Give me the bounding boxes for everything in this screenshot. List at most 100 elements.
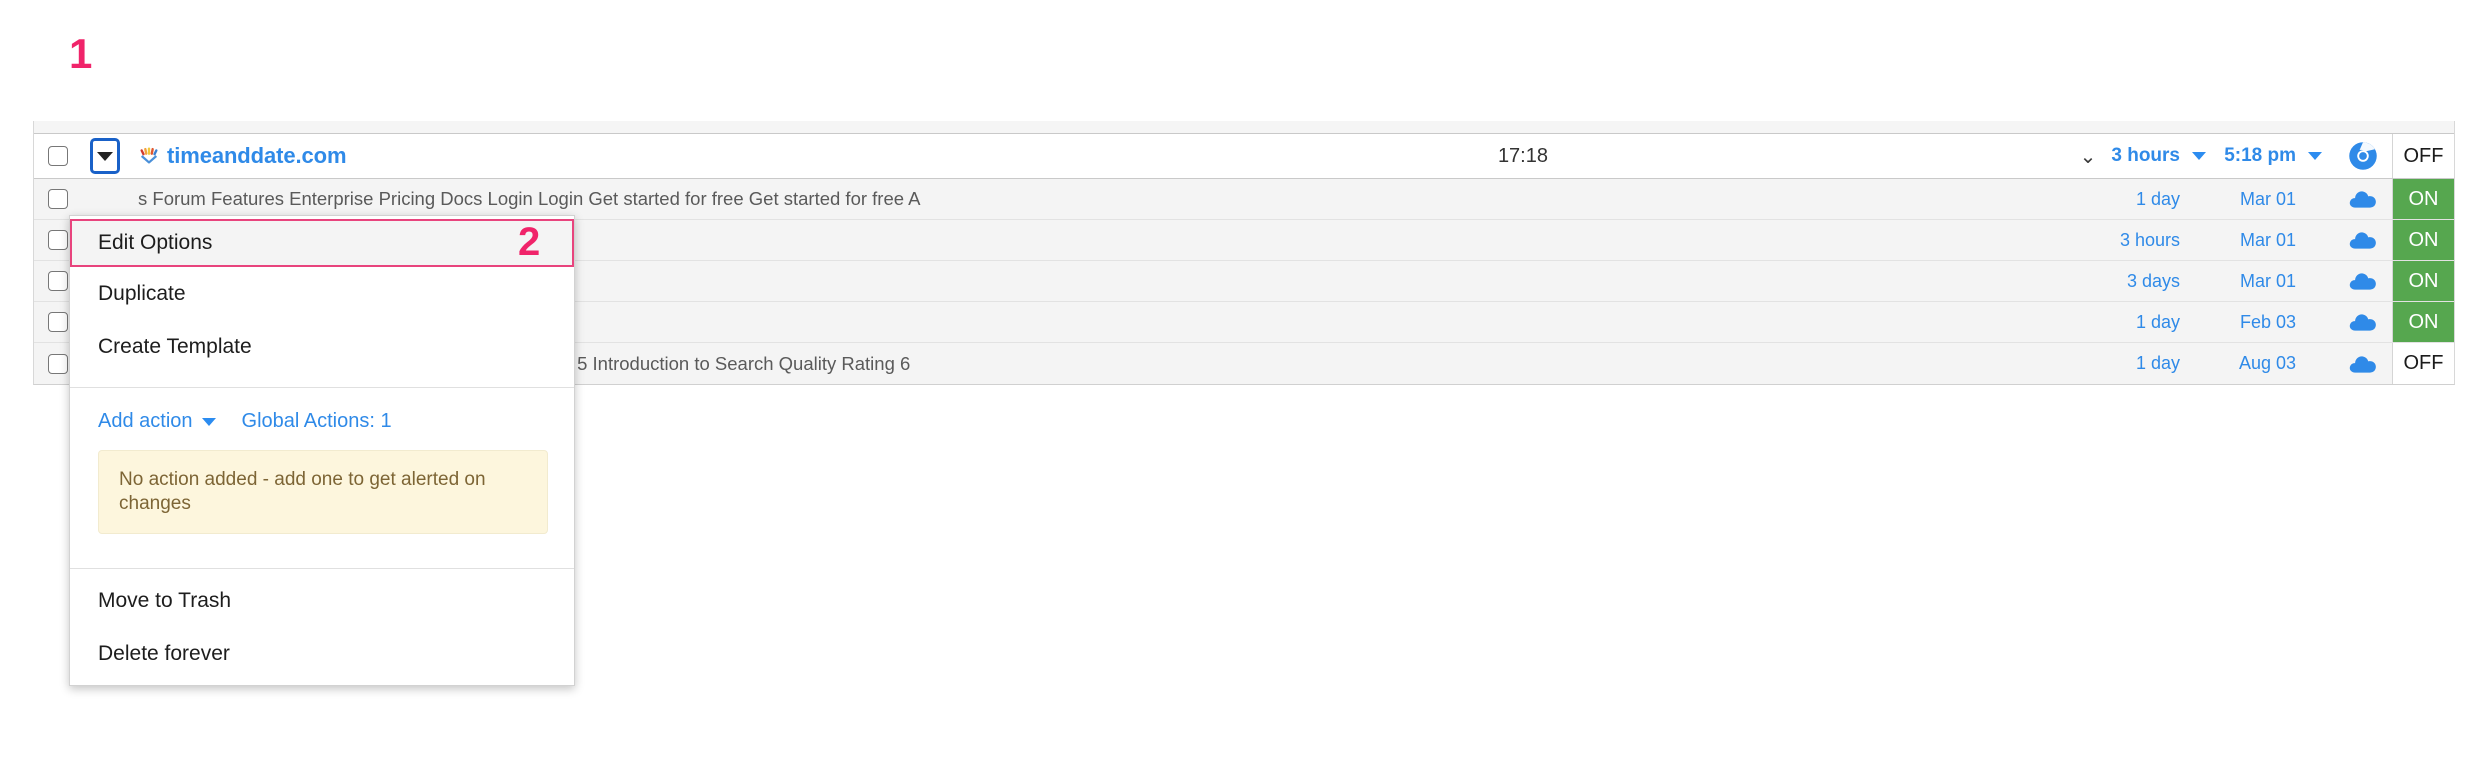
annotation-step-1: 1 bbox=[69, 30, 93, 77]
row-frequency-dropdown bbox=[2180, 261, 2218, 301]
table-row[interactable]: s Forum Features Enterprise Pricing Docs… bbox=[34, 179, 2454, 220]
screenshot-root: 1 2 timeanddate.com 17:18 ⌄ 3 hours 5:18… bbox=[0, 0, 2486, 778]
row-collapse-cell bbox=[2068, 220, 2108, 260]
chevron-down-icon bbox=[97, 151, 113, 161]
row-frequency-value[interactable]: 3 hours bbox=[2120, 230, 2180, 251]
row-frequency-dropdown bbox=[2180, 179, 2218, 219]
menu-item-move-to-trash[interactable]: Move to Trash bbox=[70, 574, 574, 628]
row-status-cell[interactable]: OFF bbox=[2392, 134, 2454, 178]
row-lastcheck-value[interactable]: Mar 01 bbox=[2240, 271, 2296, 292]
row-select-cell[interactable] bbox=[34, 134, 81, 178]
row-frequency-dropdown bbox=[2180, 220, 2218, 260]
menu-item-duplicate[interactable]: Duplicate bbox=[70, 267, 574, 320]
global-actions-link[interactable]: Global Actions: 1 bbox=[242, 410, 392, 433]
row-checkbox[interactable] bbox=[47, 353, 68, 374]
row-collapse-cell[interactable]: ⌄ bbox=[2068, 134, 2108, 178]
row-status-cell[interactable]: ON bbox=[2392, 179, 2454, 219]
menu-destructive-group: Move to Trash Delete forever bbox=[70, 569, 574, 681]
row-expand-cell[interactable] bbox=[81, 134, 129, 178]
row-lastcheck-value[interactable]: 5:18 pm bbox=[2224, 145, 2296, 167]
row-lastcheck-cell: Feb 03 bbox=[2218, 302, 2296, 342]
row-snippet: s Forum Features Enterprise Pricing Docs… bbox=[138, 188, 921, 209]
row-browser-cell[interactable] bbox=[2334, 134, 2392, 178]
row-select-cell[interactable] bbox=[34, 179, 81, 219]
status-badge[interactable]: ON bbox=[2392, 302, 2454, 342]
chevron-double-down-icon[interactable]: ⌄ bbox=[2080, 146, 2097, 166]
chrome-icon bbox=[2349, 142, 2377, 170]
cloud-icon bbox=[2349, 314, 2376, 331]
row-lastcheck-dropdown bbox=[2296, 302, 2334, 342]
chevron-down-icon bbox=[201, 417, 216, 426]
menu-item-delete-forever[interactable]: Delete forever bbox=[70, 627, 574, 681]
row-browser-cell[interactable] bbox=[2334, 179, 2392, 219]
row-frequency-value[interactable]: 3 days bbox=[2127, 271, 2180, 292]
row-collapse-cell bbox=[2068, 343, 2108, 384]
row-status-cell[interactable]: OFF bbox=[2392, 343, 2454, 384]
row-checkbox[interactable] bbox=[47, 271, 68, 291]
row-site-name[interactable]: timeanddate.com bbox=[167, 143, 347, 169]
row-context-menu: Edit Options Duplicate Create Template A… bbox=[69, 215, 575, 686]
row-checkbox[interactable] bbox=[47, 146, 68, 166]
row-browser-cell[interactable] bbox=[2334, 261, 2392, 301]
cloud-icon bbox=[2349, 355, 2376, 373]
row-checkbox[interactable] bbox=[47, 230, 68, 250]
row-status-cell[interactable]: ON bbox=[2392, 302, 2454, 342]
row-lastcheck-value[interactable]: Mar 01 bbox=[2240, 230, 2296, 251]
row-frequency-dropdown[interactable] bbox=[2180, 134, 2218, 178]
row-status-cell[interactable]: ON bbox=[2392, 261, 2454, 301]
row-lastcheck-cell: Mar 01 bbox=[2218, 220, 2296, 260]
status-badge[interactable]: ON bbox=[2392, 220, 2454, 260]
no-action-note: No action added - add one to get alerted… bbox=[98, 450, 548, 534]
table-row[interactable]: timeanddate.com 17:18 ⌄ 3 hours 5:18 pm bbox=[34, 134, 2454, 179]
menu-item-create-template[interactable]: Create Template bbox=[70, 320, 574, 373]
menu-actions-block: Add action Global Actions: 1 No action a… bbox=[70, 388, 574, 554]
timeanddate-favicon bbox=[140, 147, 158, 164]
row-expand-cell[interactable] bbox=[81, 179, 129, 219]
menu-item-label: Move to Trash bbox=[98, 589, 232, 612]
row-menu-toggle-button[interactable] bbox=[90, 138, 120, 174]
row-frequency-value[interactable]: 3 hours bbox=[2111, 145, 2180, 167]
row-frequency-cell: 3 hours bbox=[2108, 220, 2180, 260]
row-lastcheck-value[interactable]: Aug 03 bbox=[2239, 353, 2296, 374]
menu-item-label: Duplicate bbox=[98, 281, 186, 305]
row-frequency-cell: 1 day bbox=[2108, 179, 2180, 219]
row-lastcheck-cell: Mar 01 bbox=[2218, 179, 2296, 219]
menu-item-label: Edit Options bbox=[98, 231, 213, 254]
row-lastcheck-cell: Aug 03 bbox=[2218, 343, 2296, 384]
status-badge[interactable]: ON bbox=[2392, 179, 2454, 219]
row-collapse-cell bbox=[2068, 302, 2108, 342]
row-title-cell[interactable]: s Forum Features Enterprise Pricing Docs… bbox=[129, 179, 2068, 219]
menu-item-label: Delete forever bbox=[98, 642, 230, 665]
row-status-cell[interactable]: ON bbox=[2392, 220, 2454, 260]
status-badge[interactable]: OFF bbox=[2392, 134, 2454, 178]
row-lastcheck-value[interactable]: Mar 01 bbox=[2240, 189, 2296, 210]
row-collapse-cell bbox=[2068, 261, 2108, 301]
row-browser-cell[interactable] bbox=[2334, 220, 2392, 260]
row-time-value: 17:18 bbox=[1497, 144, 1548, 167]
row-frequency-value[interactable]: 1 day bbox=[2136, 312, 2180, 333]
row-frequency-cell: 1 day bbox=[2108, 343, 2180, 384]
row-lastcheck-dropdown[interactable] bbox=[2296, 134, 2334, 178]
status-badge[interactable]: ON bbox=[2392, 261, 2454, 301]
annotation-step-2: 2 bbox=[518, 220, 541, 264]
status-badge[interactable]: OFF bbox=[2392, 343, 2454, 384]
row-frequency-value[interactable]: 1 day bbox=[2136, 189, 2180, 210]
row-frequency-cell: 1 day bbox=[2108, 302, 2180, 342]
row-frequency-dropdown bbox=[2180, 302, 2218, 342]
add-action-button[interactable]: Add action bbox=[98, 410, 216, 433]
menu-item-label: Create Template bbox=[98, 334, 252, 358]
row-browser-cell[interactable] bbox=[2334, 302, 2392, 342]
cloud-icon bbox=[2349, 273, 2376, 290]
row-title-cell[interactable]: timeanddate.com 17:18 bbox=[129, 134, 2068, 178]
row-checkbox[interactable] bbox=[47, 312, 68, 332]
row-browser-cell[interactable] bbox=[2334, 343, 2392, 384]
menu-item-edit-options[interactable]: Edit Options bbox=[70, 219, 574, 267]
row-frequency-value[interactable]: 1 day bbox=[2136, 353, 2180, 374]
row-lastcheck-dropdown bbox=[2296, 179, 2334, 219]
row-lastcheck-dropdown bbox=[2296, 343, 2334, 384]
row-checkbox[interactable] bbox=[47, 189, 68, 209]
row-lastcheck-value[interactable]: Feb 03 bbox=[2240, 312, 2296, 333]
row-frequency-cell: 3 hours bbox=[2108, 134, 2180, 178]
cloud-icon bbox=[2349, 232, 2376, 249]
table-header-partial bbox=[34, 121, 2454, 134]
